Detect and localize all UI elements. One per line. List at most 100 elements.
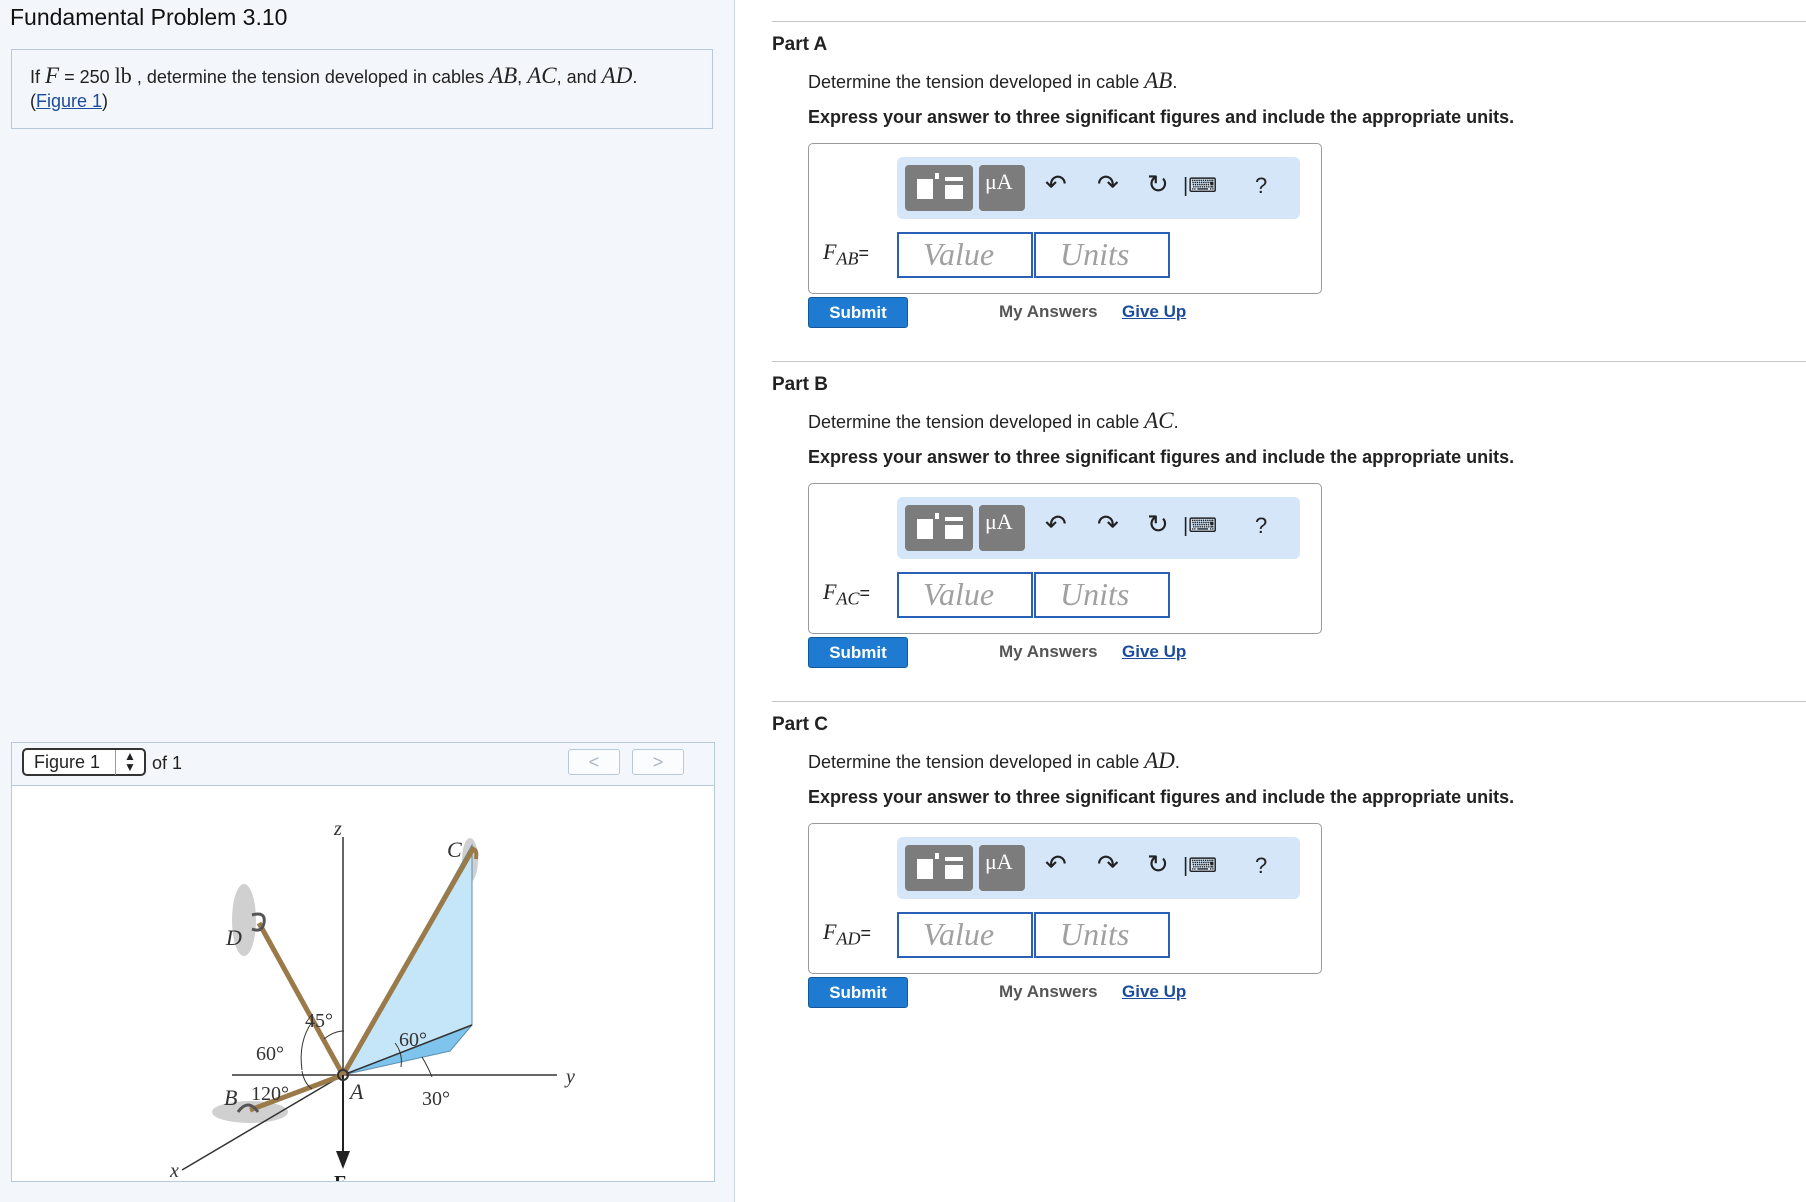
redo-icon[interactable]: ↷ <box>1097 509 1119 540</box>
part-c-my-answers[interactable]: My Answers <box>999 982 1098 1002</box>
force-unit: lb <box>114 63 132 88</box>
part-a-question-text: Determine the tension developed in cable <box>808 72 1140 92</box>
text-and: , and <box>556 67 597 87</box>
part-a-divider <box>772 21 1806 22</box>
arc-45 <box>323 1030 345 1040</box>
templates-icon[interactable] <box>905 165 973 211</box>
label-d: D <box>225 925 242 950</box>
units-symbol-icon: μA <box>985 509 1013 534</box>
units-symbol-icon: μA <box>985 169 1013 194</box>
keyboard-icon[interactable]: |⌨ <box>1183 853 1217 878</box>
reset-icon[interactable]: ↻ <box>1147 849 1169 880</box>
undo-icon[interactable]: ↶ <box>1045 509 1067 540</box>
problem-text-mid: , determine the tension developed in cab… <box>136 67 485 87</box>
part-c-question-text: Determine the tension developed in cable <box>808 752 1140 772</box>
part-b-value-input[interactable]: Value <box>897 572 1033 618</box>
part-c-instruction: Express your answer to three significant… <box>808 787 1515 807</box>
figure-diagram: z y x A B C D F 45° 60° 120° 60° 30° <box>169 818 575 1181</box>
label-angle-120: 120° <box>251 1083 289 1105</box>
help-icon[interactable]: ? <box>1255 173 1267 199</box>
part-a-instruction: Express your answer to three significant… <box>808 107 1515 127</box>
previous-figure-button[interactable]: < <box>568 749 620 775</box>
part-a-question: Determine the tension developed in cable… <box>808 68 1177 94</box>
cable-ad-label: AD <box>601 63 633 88</box>
figure-select[interactable]: Figure 1 ▲ ▼ <box>22 748 146 776</box>
label-angle-30: 30° <box>422 1088 450 1110</box>
part-c-submit-button[interactable]: Submit <box>808 977 908 1008</box>
part-a-var-sub: AB <box>836 248 859 269</box>
label-f: F <box>334 1172 346 1181</box>
reset-icon[interactable]: ↻ <box>1147 509 1169 540</box>
next-figure-button[interactable]: > <box>632 749 684 775</box>
part-c-var-main: F <box>823 919 837 944</box>
undo-icon[interactable]: ↶ <box>1045 169 1067 200</box>
part-a-units-input[interactable]: Units <box>1034 232 1170 278</box>
templates-glyph <box>917 173 963 199</box>
part-a-my-answers[interactable]: My Answers <box>999 302 1098 322</box>
part-a-value-input[interactable]: Value <box>897 232 1033 278</box>
comma: , <box>517 67 523 87</box>
part-b-cable: AC <box>1144 408 1174 433</box>
part-a-var-main: F <box>823 239 837 264</box>
problem-text-if: If <box>30 67 41 87</box>
label-b: B <box>224 1085 237 1110</box>
problem-statement: If F = 250 lb , determine the tension de… <box>11 49 713 129</box>
part-c-question: Determine the tension developed in cable… <box>808 748 1180 774</box>
figure-link[interactable]: Figure 1 <box>36 91 102 111</box>
part-b-question-text: Determine the tension developed in cable <box>808 412 1140 432</box>
part-a-label: Part A <box>772 34 828 55</box>
select-arrows-icon: ▲ ▼ <box>115 750 144 775</box>
force-variable: F <box>45 63 60 88</box>
part-b-my-answers[interactable]: My Answers <box>999 642 1098 662</box>
part-a-period: . <box>1172 72 1178 92</box>
part-a-answer-box: μA ↶ ↷ ↻ |⌨ ? FAB= Value Units <box>808 143 1322 294</box>
chevron-right-icon: > <box>652 752 664 772</box>
part-c-answer-box: μA ↶ ↷ ↻ |⌨ ? FAD= Value Units <box>808 823 1322 974</box>
part-c-cable: AD <box>1144 748 1175 773</box>
part-b-question: Determine the tension developed in cable… <box>808 408 1179 434</box>
part-b-eq: = <box>859 583 870 603</box>
part-b-var-main: F <box>823 579 837 604</box>
help-icon[interactable]: ? <box>1255 513 1267 539</box>
cable-ab-label: AB <box>489 63 518 88</box>
part-b-submit-button[interactable]: Submit <box>808 637 908 668</box>
redo-icon[interactable]: ↷ <box>1097 169 1119 200</box>
part-b-toolbar: μA ↶ ↷ ↻ |⌨ ? <box>897 497 1300 559</box>
part-c-units-input[interactable]: Units <box>1034 912 1170 958</box>
undo-icon[interactable]: ↶ <box>1045 849 1067 880</box>
units-symbol-button[interactable]: μA <box>979 845 1025 891</box>
templates-icon[interactable] <box>905 505 973 551</box>
units-symbol-button[interactable]: μA <box>979 165 1025 211</box>
part-b-var-sub: AC <box>836 588 860 609</box>
reset-icon[interactable]: ↻ <box>1147 169 1169 200</box>
part-b-variable-label: FAC= <box>823 579 870 609</box>
label-x: x <box>169 1160 179 1181</box>
part-b-units-input[interactable]: Units <box>1034 572 1170 618</box>
part-b-period: . <box>1173 412 1179 432</box>
chevron-left-icon: < <box>588 752 600 772</box>
keyboard-icon[interactable]: |⌨ <box>1183 173 1217 198</box>
part-a-submit-button[interactable]: Submit <box>808 297 908 328</box>
figure-panel: Figure 1 ▲ ▼ of 1 < > z y x A B C D 45° … <box>11 742 715 1182</box>
redo-icon[interactable]: ↷ <box>1097 849 1119 880</box>
part-c-eq: = <box>860 923 871 943</box>
label-angle-45: 45° <box>305 1010 333 1032</box>
keyboard-icon[interactable]: |⌨ <box>1183 513 1217 538</box>
page-title: Fundamental Problem 3.10 <box>10 4 288 30</box>
part-c-var-sub: AD <box>836 928 861 949</box>
figure-panel-footer <box>11 1183 715 1202</box>
units-symbol-button[interactable]: μA <box>979 505 1025 551</box>
part-c-value-input[interactable]: Value <box>897 912 1033 958</box>
part-c-give-up[interactable]: Give Up <box>1122 982 1186 1002</box>
force-equals: = 250 <box>64 67 110 87</box>
units-symbol-icon: μA <box>985 849 1013 874</box>
part-b-answer-box: μA ↶ ↷ ↻ |⌨ ? FAC= Value Units <box>808 483 1322 634</box>
part-b-give-up[interactable]: Give Up <box>1122 642 1186 662</box>
part-c-period: . <box>1174 752 1180 772</box>
part-a-give-up[interactable]: Give Up <box>1122 302 1186 322</box>
help-icon[interactable]: ? <box>1255 853 1267 879</box>
label-angle-60-left: 60° <box>256 1043 284 1065</box>
templates-icon[interactable] <box>905 845 973 891</box>
templates-glyph <box>917 513 963 539</box>
part-c-label: Part C <box>772 714 828 735</box>
